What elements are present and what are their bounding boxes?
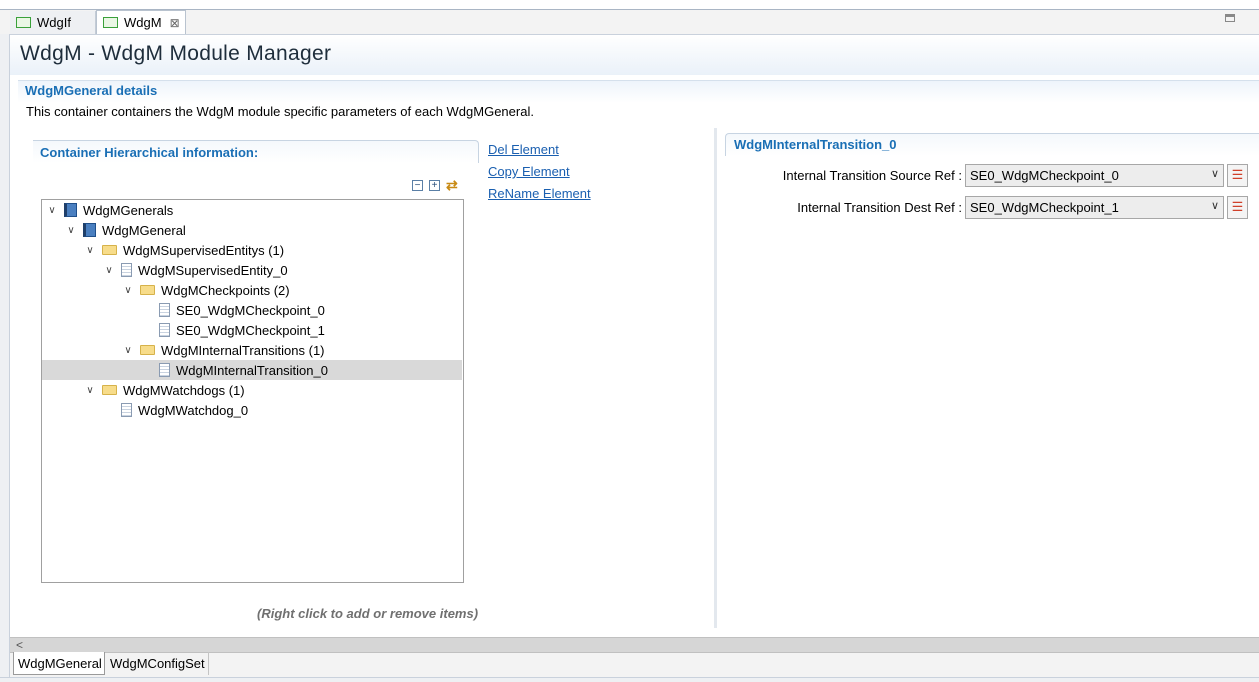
tree-item[interactable]: ∨ WdgMInternalTransitions (1) bbox=[122, 340, 325, 360]
tree-item-label: WdgMWatchdog_0 bbox=[138, 402, 249, 418]
folder-icon bbox=[102, 385, 117, 395]
expand-all-icon[interactable]: + bbox=[429, 180, 440, 191]
tree-item-label: WdgMCheckpoints (2) bbox=[161, 282, 290, 298]
rename-element-link[interactable]: ReName Element bbox=[488, 186, 591, 201]
dest-ref-label: Internal Transition Dest Ref : bbox=[797, 200, 962, 215]
page-title: WdgM - WdgM Module Manager bbox=[20, 42, 332, 65]
tab-label: WdgMGeneral bbox=[18, 655, 102, 671]
editor-tab-strip bbox=[0, 10, 1259, 35]
details-title: WdgMInternalTransition_0 bbox=[734, 137, 897, 152]
document-icon bbox=[121, 263, 132, 277]
hierarchy-title: Container Hierarchical information: bbox=[40, 145, 259, 160]
list-icon: ☰ bbox=[1231, 167, 1244, 182]
section-title: WdgMGeneral details bbox=[25, 83, 158, 98]
dest-ref-combo[interactable]: SE0_WdgMCheckpoint_1 ∨ bbox=[965, 196, 1224, 219]
tree-item[interactable]: WdgMWatchdog_0 bbox=[103, 400, 248, 420]
window-top-border bbox=[0, 0, 1259, 10]
tree-item[interactable]: ∨ WdgMGeneral bbox=[65, 220, 186, 240]
book-icon bbox=[83, 223, 96, 237]
expand-twisty-icon[interactable]: ∨ bbox=[122, 345, 134, 356]
document-icon bbox=[159, 323, 170, 337]
tree-item-label: SE0_WdgMCheckpoint_1 bbox=[176, 322, 325, 338]
section-description: This container containers the WdgM modul… bbox=[26, 104, 534, 119]
tree-item[interactable]: ∨ WdgMGenerals bbox=[46, 200, 173, 220]
expand-twisty-icon[interactable]: ∨ bbox=[84, 385, 96, 396]
chevron-down-icon: ∨ bbox=[1210, 200, 1219, 212]
del-element-link[interactable]: Del Element bbox=[488, 142, 559, 157]
tree-item[interactable]: ∨ WdgMSupervisedEntity_0 bbox=[103, 260, 288, 280]
tree-item[interactable]: ∨ WdgMWatchdogs (1) bbox=[84, 380, 245, 400]
tree-item-label: WdgMGenerals bbox=[83, 202, 174, 218]
tree-item-label: WdgMSupervisedEntity_0 bbox=[138, 262, 288, 278]
copy-element-link[interactable]: Copy Element bbox=[488, 164, 570, 179]
source-ref-combo[interactable]: SE0_WdgMCheckpoint_0 ∨ bbox=[965, 164, 1224, 187]
book-icon bbox=[64, 203, 77, 217]
folder-icon bbox=[102, 245, 117, 255]
tree-item[interactable]: SE0_WdgMCheckpoint_1 bbox=[141, 320, 325, 340]
editor-icon bbox=[16, 17, 31, 28]
document-icon bbox=[159, 303, 170, 317]
scroll-left-icon[interactable]: < bbox=[16, 638, 23, 652]
tree-item-label: WdgMSupervisedEntitys (1) bbox=[123, 242, 285, 258]
tree-item[interactable]: SE0_WdgMCheckpoint_0 bbox=[141, 300, 325, 320]
horizontal-scrollbar[interactable]: < bbox=[10, 637, 1259, 653]
tab-wdgmgeneral[interactable]: WdgMGeneral bbox=[13, 652, 105, 675]
tab-wdgm[interactable]: WdgM ⊠ bbox=[96, 10, 186, 34]
folder-icon bbox=[140, 345, 155, 355]
tree-item-label: WdgMInternalTransition_0 bbox=[176, 362, 328, 378]
source-ref-list-button[interactable]: ☰ bbox=[1227, 164, 1248, 187]
tree-item-label: WdgMWatchdogs (1) bbox=[123, 382, 245, 398]
tab-wdgmconfigset[interactable]: WdgMConfigSet bbox=[106, 652, 209, 675]
tree-item-label: WdgMGeneral bbox=[102, 222, 186, 238]
tree-hint: (Right click to add or remove items) bbox=[257, 606, 479, 621]
tab-wdgif[interactable]: WdgIf bbox=[10, 11, 96, 34]
source-ref-label: Internal Transition Source Ref : bbox=[782, 168, 962, 183]
minimize-icon[interactable] bbox=[1225, 14, 1235, 22]
window-bottom-border bbox=[0, 677, 1259, 682]
tree-item-label: WdgMInternalTransitions (1) bbox=[161, 342, 325, 358]
editor-icon bbox=[103, 17, 118, 28]
document-icon bbox=[121, 403, 132, 417]
tree-item-label: SE0_WdgMCheckpoint_0 bbox=[176, 302, 325, 318]
expand-twisty-icon[interactable]: ∨ bbox=[84, 245, 96, 256]
expand-twisty-icon[interactable]: ∨ bbox=[103, 265, 115, 276]
section-bar bbox=[18, 80, 1259, 103]
tree-item[interactable]: ∨ WdgMCheckpoints (2) bbox=[122, 280, 290, 300]
expand-twisty-icon[interactable]: ∨ bbox=[46, 205, 58, 216]
link-sync-icon[interactable]: ⇄ bbox=[446, 177, 458, 194]
tab-label: WdgMConfigSet bbox=[110, 656, 205, 671]
chevron-down-icon: ∨ bbox=[1210, 168, 1219, 180]
left-gutter bbox=[0, 34, 10, 681]
source-ref-value: SE0_WdgMCheckpoint_0 bbox=[970, 168, 1119, 183]
dest-ref-list-button[interactable]: ☰ bbox=[1227, 196, 1248, 219]
tree-item[interactable]: ∨ WdgMSupervisedEntitys (1) bbox=[84, 240, 284, 260]
expand-twisty-icon[interactable]: ∨ bbox=[65, 225, 77, 236]
document-icon bbox=[159, 363, 170, 377]
folder-icon bbox=[140, 285, 155, 295]
close-icon[interactable]: ⊠ bbox=[170, 16, 180, 30]
collapse-all-icon[interactable]: − bbox=[412, 180, 423, 191]
tree-item[interactable]: WdgMInternalTransition_0 bbox=[42, 360, 462, 380]
expand-twisty-icon[interactable]: ∨ bbox=[122, 285, 134, 296]
list-icon: ☰ bbox=[1231, 199, 1244, 214]
tab-label: WdgIf bbox=[37, 15, 71, 30]
dest-ref-value: SE0_WdgMCheckpoint_1 bbox=[970, 200, 1119, 215]
tab-label: WdgM bbox=[124, 15, 162, 30]
panel-splitter[interactable] bbox=[714, 128, 717, 628]
